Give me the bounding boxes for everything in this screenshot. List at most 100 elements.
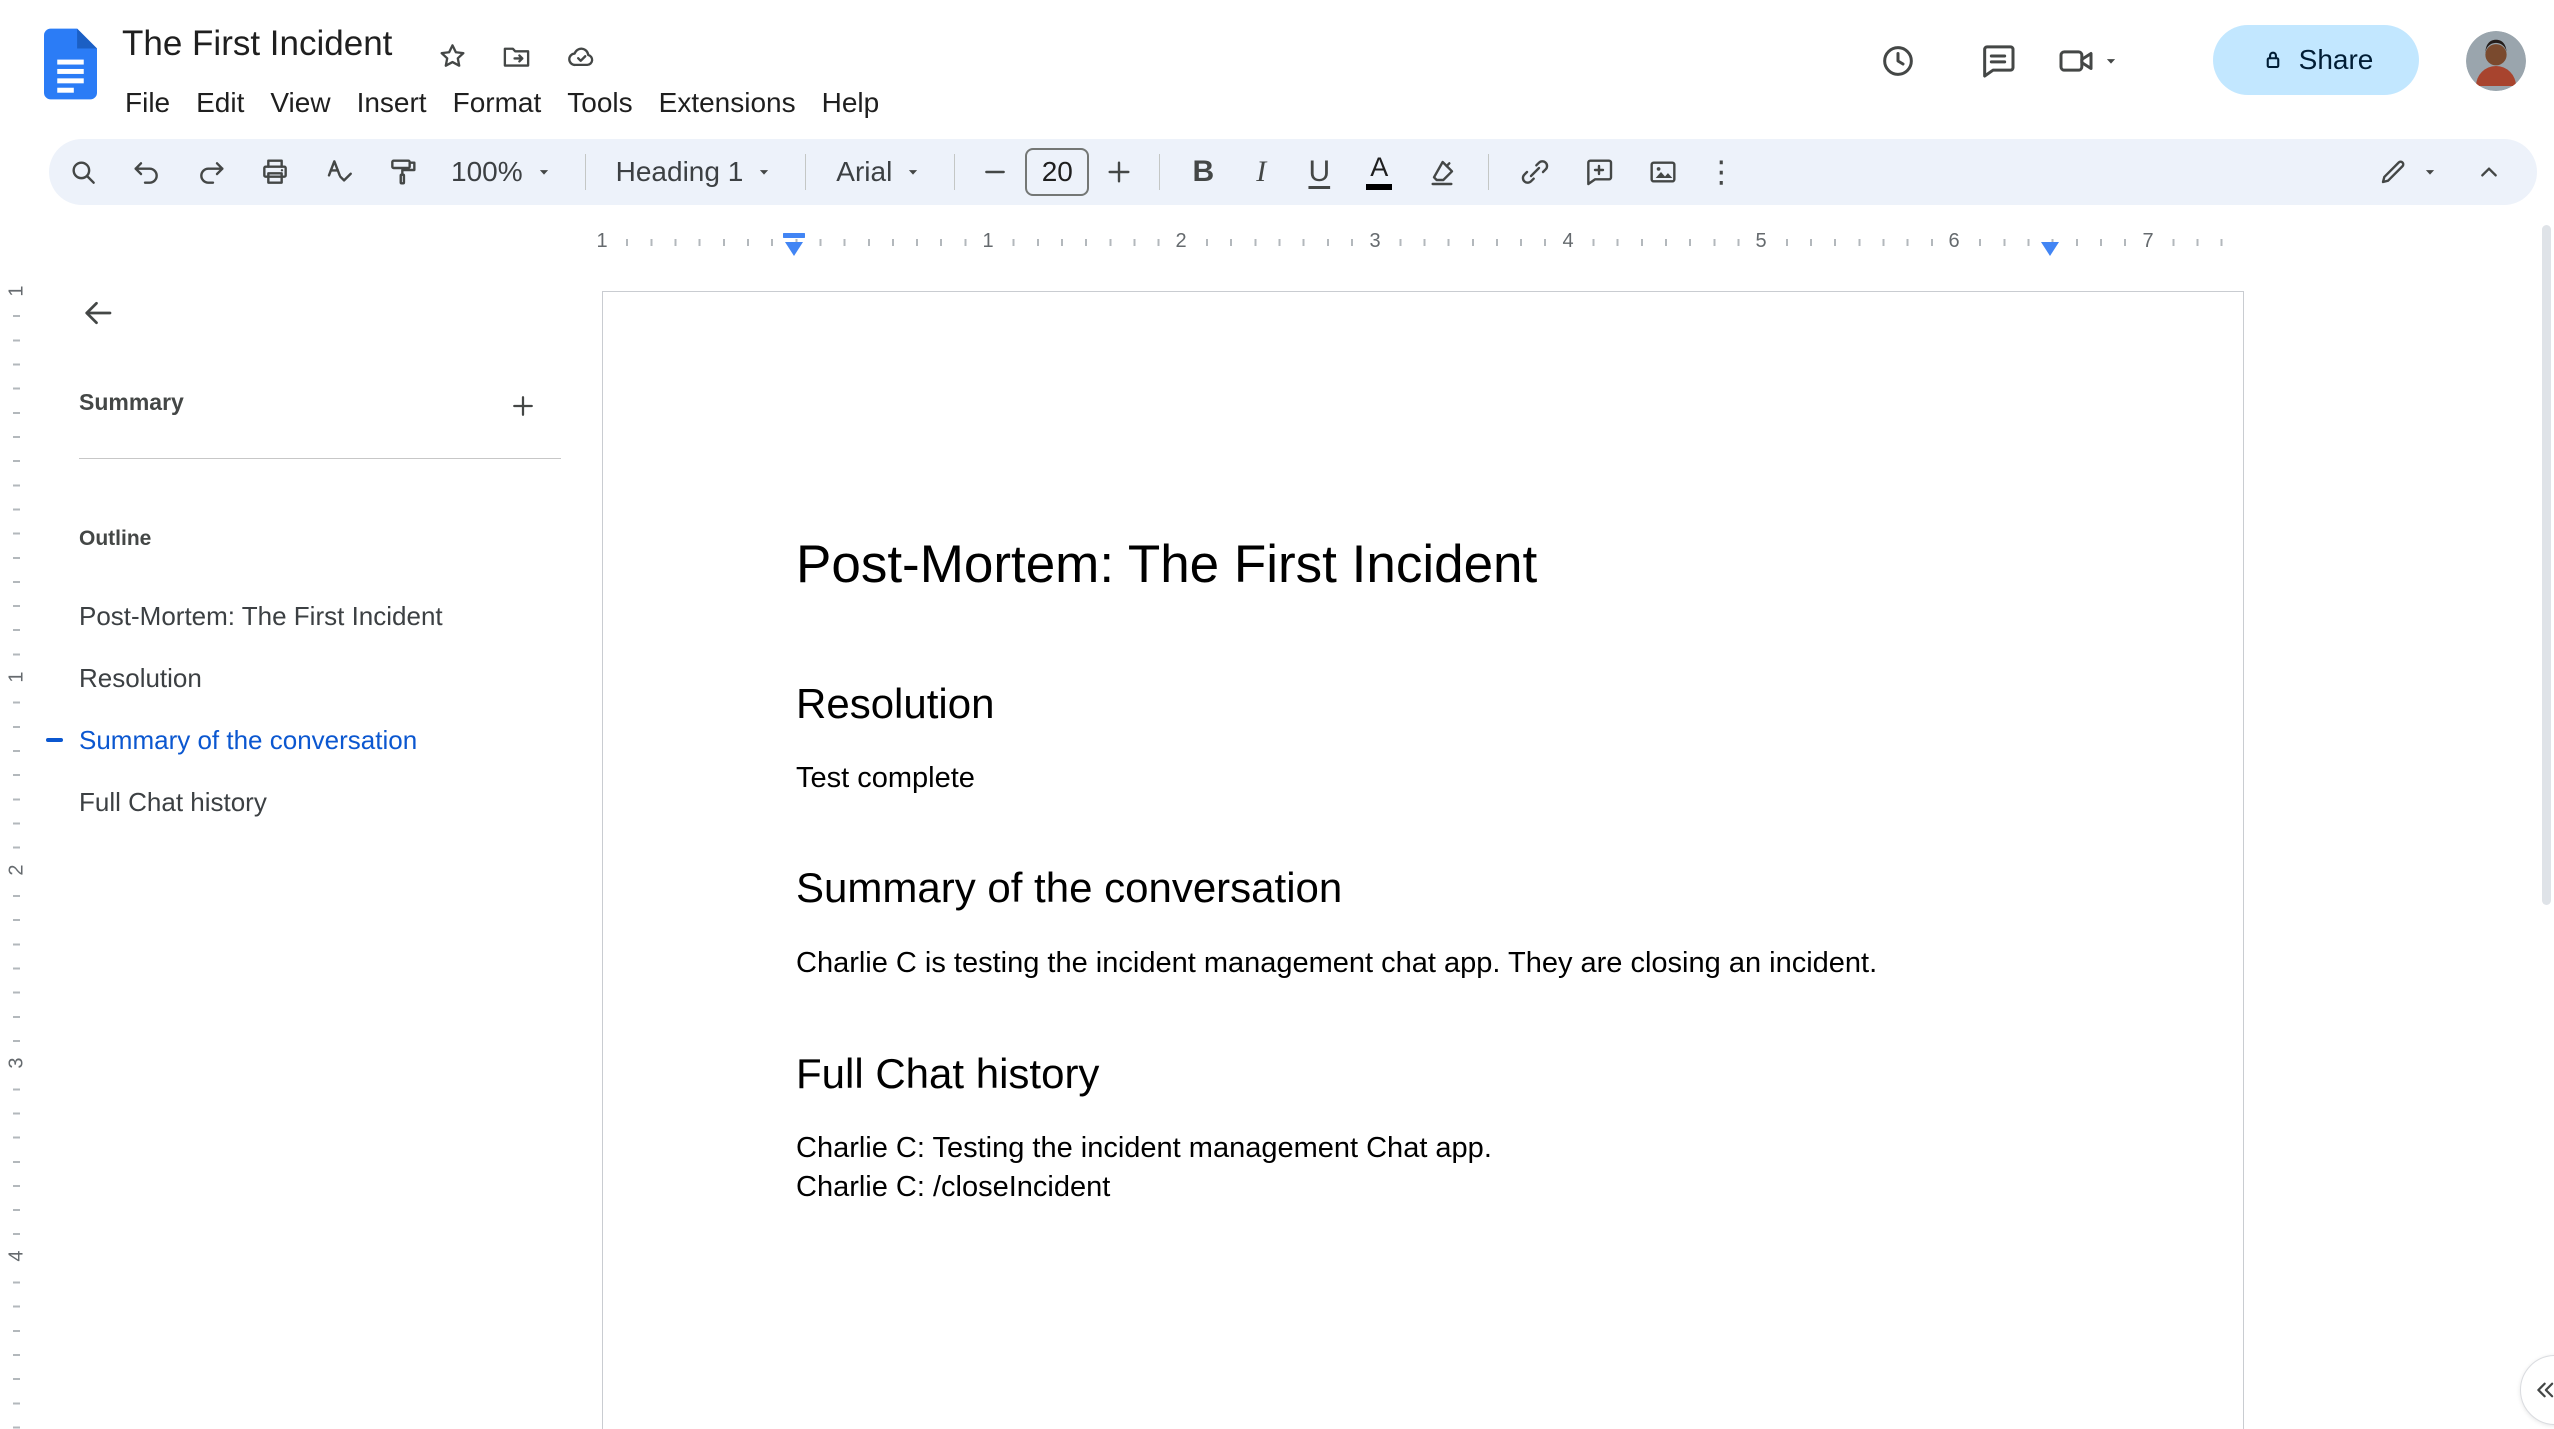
toolbar: 100% Heading 1 Arial 20 B I U A ⋮ [49, 139, 2537, 205]
spellcheck-icon [323, 156, 355, 188]
menu-edit[interactable]: Edit [183, 80, 257, 126]
doc-heading-1[interactable]: Post-Mortem: The First Incident [796, 535, 2050, 596]
zoom-select[interactable]: 100% [439, 144, 567, 200]
lock-icon [2259, 46, 2287, 74]
left-indent-marker[interactable] [785, 242, 803, 256]
version-history-button[interactable] [1869, 32, 1927, 90]
menu-file[interactable]: File [112, 80, 183, 126]
ruler-label: 5 [1747, 227, 1775, 255]
document-page[interactable]: Post-Mortem: The First Incident Resoluti… [602, 291, 2244, 1429]
decrease-font-size-button[interactable] [973, 144, 1017, 200]
account-avatar[interactable] [2466, 31, 2526, 91]
collapse-toolbar-button[interactable] [2461, 144, 2517, 200]
share-button-label: Share [2298, 44, 2374, 75]
chevron-up-icon [2473, 156, 2505, 188]
italic-button[interactable]: I [1236, 144, 1286, 200]
menu-tools[interactable]: Tools [554, 80, 645, 126]
ruler-label: 7 [2134, 227, 2162, 255]
toolbar-separator [1488, 154, 1490, 190]
doc-paragraph[interactable]: Test complete [796, 759, 2050, 798]
summary-panel-title: Summary [79, 389, 184, 415]
outline-item-label: Full Chat history [79, 787, 267, 817]
expand-side-panel-button[interactable] [2520, 1355, 2554, 1425]
more-toolbar-options-button[interactable]: ⋮ [1699, 144, 1743, 200]
spellcheck-button[interactable] [311, 144, 367, 200]
plus-icon [508, 391, 538, 421]
font-size-input[interactable]: 20 [1025, 148, 1090, 196]
bold-button[interactable]: B [1178, 144, 1228, 200]
text-color-button[interactable]: A [1352, 144, 1406, 200]
insert-link-button[interactable] [1507, 144, 1563, 200]
doc-paragraph[interactable]: Charlie C: /closeIncident [796, 1168, 2050, 1207]
link-icon [1519, 156, 1551, 188]
share-button[interactable]: Share [2213, 25, 2419, 95]
minus-icon [979, 156, 1011, 188]
underline-button[interactable]: U [1294, 144, 1344, 200]
underline-icon: U [1308, 155, 1331, 188]
redo-button[interactable] [183, 144, 239, 200]
doc-heading-2[interactable]: Full Chat history [796, 1050, 2050, 1098]
increase-font-size-button[interactable] [1097, 144, 1141, 200]
horizontal-ruler: 1 1 2 3 4 5 6 7 [0, 219, 2554, 265]
document-status-button[interactable] [553, 28, 609, 84]
plus-icon [1103, 156, 1135, 188]
outline-item[interactable]: Post-Mortem: The First Incident [0, 585, 600, 647]
version-history-icon [1878, 41, 1918, 81]
outline-item-label: Summary of the conversation [79, 725, 418, 755]
font-caret-icon [902, 161, 924, 183]
ruler-label: 3 [1361, 227, 1389, 255]
insert-image-button[interactable] [1635, 144, 1691, 200]
close-summary-panel-button[interactable] [62, 277, 134, 349]
doc-paragraph[interactable]: Charlie C: Testing the incident manageme… [796, 1129, 2050, 1168]
italic-icon: I [1256, 155, 1267, 188]
vruler-label: 3 [3, 1046, 30, 1080]
insert-image-icon [1647, 156, 1679, 188]
add-summary-button[interactable] [494, 377, 552, 435]
search-menus-button[interactable] [55, 144, 111, 200]
document-title-input[interactable]: The First Incident [122, 22, 392, 66]
outline-item-active[interactable]: Summary of the conversation [0, 709, 600, 771]
menu-help[interactable]: Help [809, 80, 893, 126]
print-button[interactable] [247, 144, 303, 200]
outline-item[interactable]: Full Chat history [0, 771, 600, 833]
video-call-icon [2056, 41, 2096, 81]
google-docs-app: The First Incident File Edit View Insert… [0, 0, 2554, 1429]
paint-format-button[interactable] [375, 144, 431, 200]
ruler-ticks [602, 239, 2245, 246]
undo-button[interactable] [119, 144, 175, 200]
ruler-label: 4 [1554, 227, 1582, 255]
doc-heading-2[interactable]: Summary of the conversation [796, 864, 2050, 912]
outline-item[interactable]: Resolution [0, 647, 600, 709]
star-button[interactable] [424, 28, 480, 84]
doc-paragraph[interactable]: Charlie C is testing the incident manage… [796, 944, 2050, 983]
menu-insert[interactable]: Insert [344, 80, 440, 126]
menu-format[interactable]: Format [440, 80, 555, 126]
text-color-icon: A [1366, 154, 1393, 190]
join-call-button[interactable] [2056, 32, 2122, 90]
double-chevron-left-icon [2529, 1375, 2554, 1405]
move-button[interactable] [488, 28, 544, 84]
doc-heading-2[interactable]: Resolution [796, 680, 2050, 728]
outline-panel-title: Outline [79, 527, 152, 550]
add-comment-button[interactable] [1571, 144, 1627, 200]
paragraph-style-select[interactable]: Heading 1 [604, 144, 788, 200]
ruler-label: 6 [1940, 227, 1968, 255]
font-family-select[interactable]: Arial [824, 144, 936, 200]
first-line-indent-marker[interactable] [783, 233, 805, 238]
vruler-label: 1 [3, 274, 30, 308]
back-arrow-icon [80, 295, 116, 331]
menu-extensions[interactable]: Extensions [646, 80, 809, 126]
docs-logo-icon[interactable] [44, 28, 97, 100]
paragraph-style-value: Heading 1 [615, 156, 744, 187]
menu-view[interactable]: View [257, 80, 343, 126]
open-comments-button[interactable] [1969, 32, 2027, 90]
vertical-scrollbar[interactable] [2542, 225, 2551, 905]
call-dropdown-caret-icon[interactable] [2100, 50, 2122, 72]
right-indent-marker[interactable] [2041, 242, 2059, 256]
outline-item-label: Post-Mortem: The First Incident [79, 601, 443, 631]
cloud-saved-icon [566, 41, 597, 72]
editing-mode-select[interactable] [2365, 144, 2453, 200]
highlight-color-button[interactable] [1414, 144, 1470, 200]
star-icon [437, 41, 468, 72]
bold-icon: B [1192, 155, 1215, 188]
